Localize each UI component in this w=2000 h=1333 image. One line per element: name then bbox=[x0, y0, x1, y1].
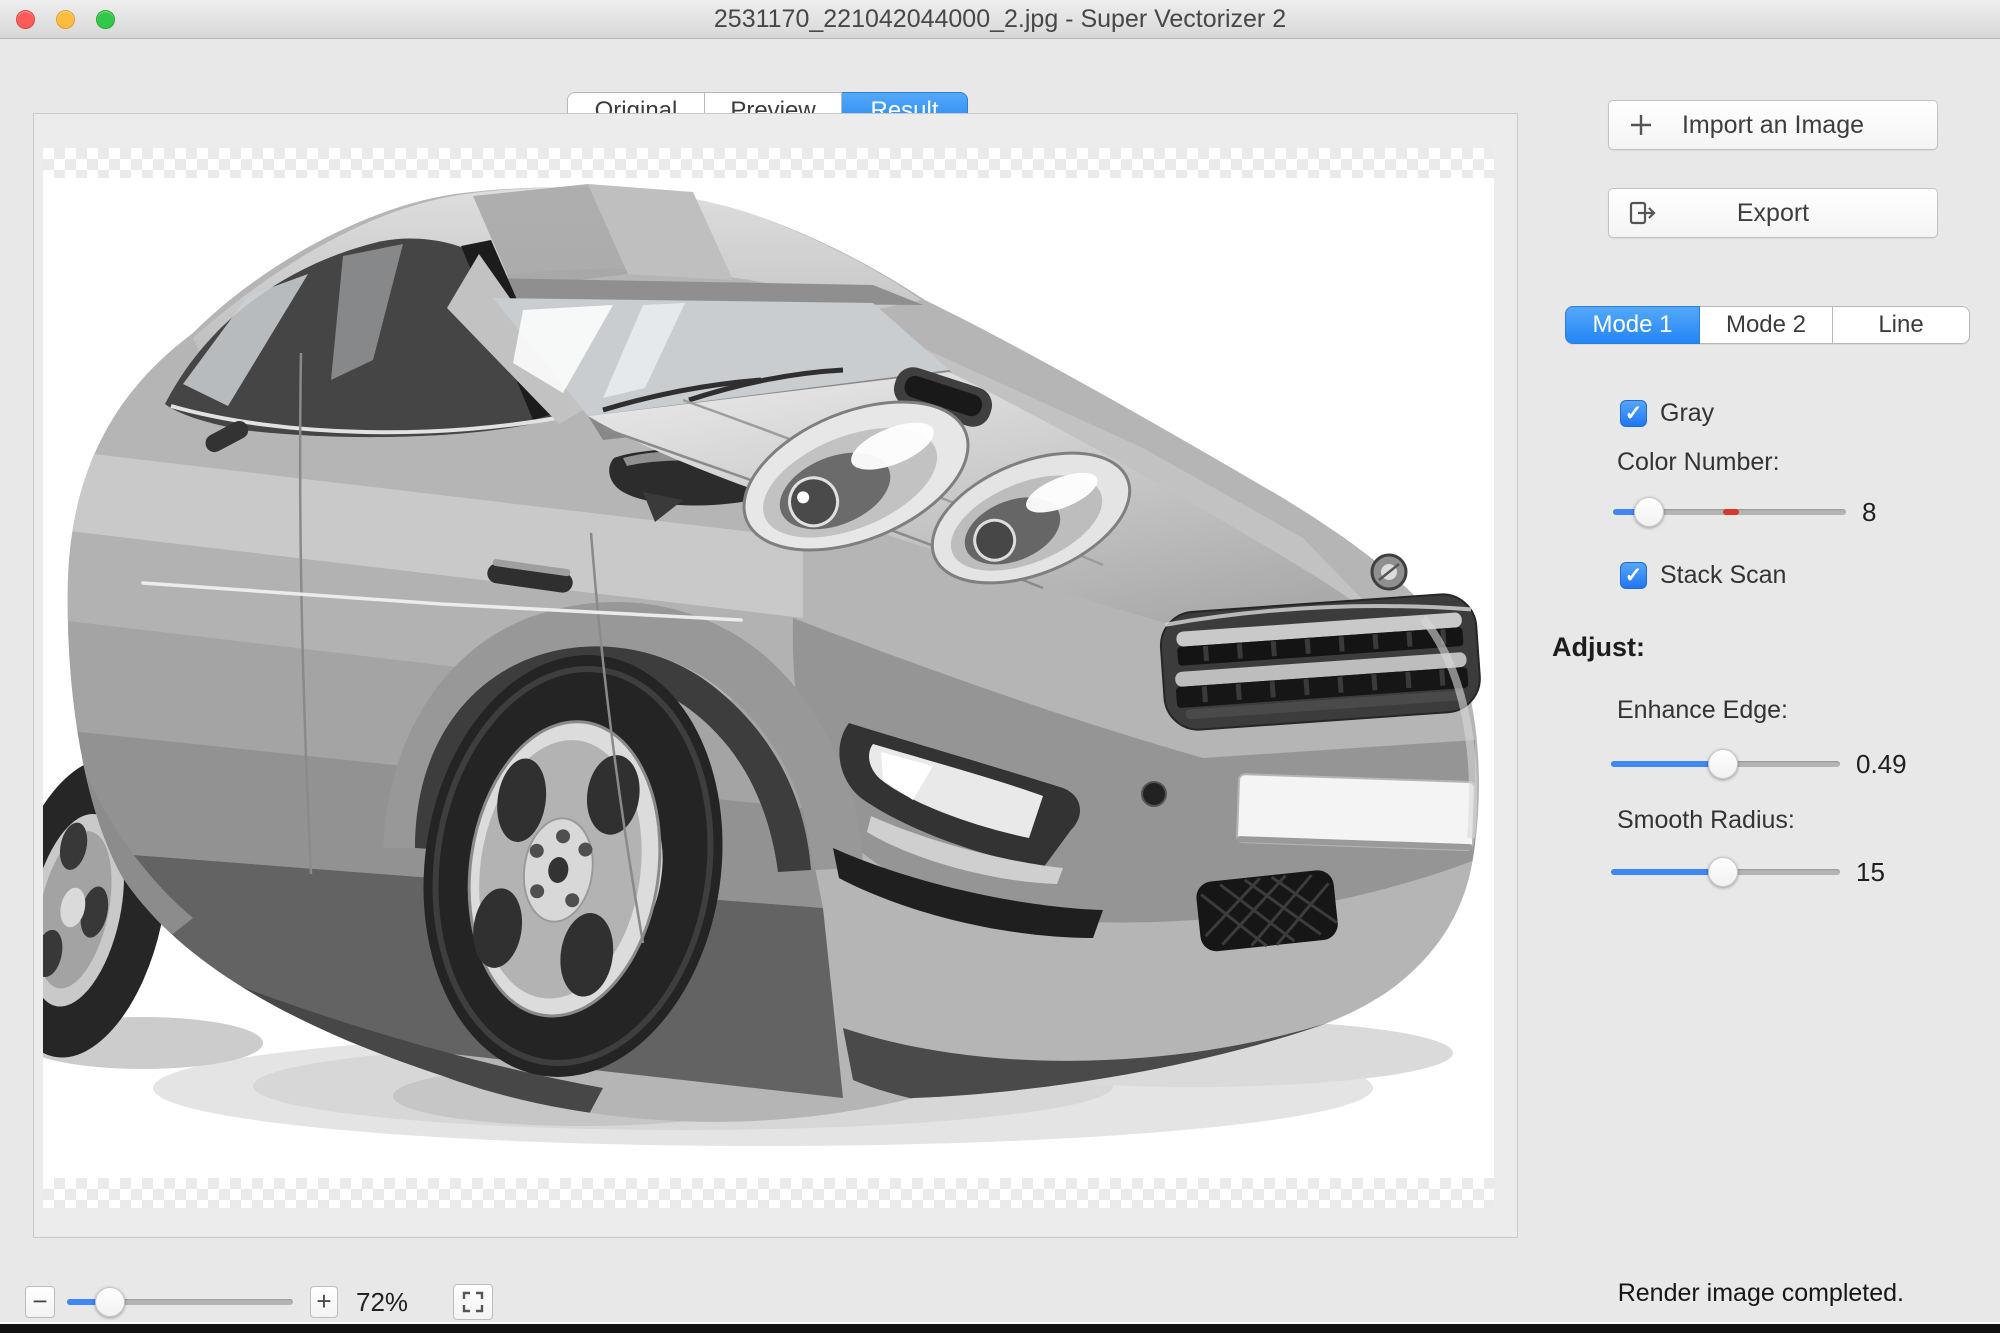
smooth-radius-label: Smooth Radius: bbox=[1617, 806, 1795, 835]
smooth-radius-slider[interactable] bbox=[1611, 856, 1840, 888]
stack-scan-checkbox[interactable]: ✓ bbox=[1620, 562, 1647, 589]
enhance-edge-slider-thumb[interactable] bbox=[1708, 749, 1738, 779]
plus-icon bbox=[1627, 101, 1655, 149]
fullscreen-icon bbox=[462, 1291, 484, 1313]
color-number-value: 8 bbox=[1862, 496, 1876, 528]
app-window: { "window": { "title": "2531170_22104204… bbox=[0, 0, 2000, 1333]
color-number-slider-marker bbox=[1723, 509, 1739, 515]
fit-to-screen-button[interactable] bbox=[453, 1284, 493, 1320]
color-number-label: Color Number: bbox=[1617, 448, 1780, 477]
import-image-button[interactable]: Import an Image bbox=[1608, 100, 1938, 150]
gray-checkbox-row: ✓ Gray bbox=[1620, 398, 1714, 428]
bottom-edge-strip bbox=[0, 1324, 2000, 1333]
render-status-text: Render image completed. bbox=[1618, 1278, 1904, 1308]
enhance-edge-label: Enhance Edge: bbox=[1617, 696, 1788, 725]
car-license-plate bbox=[1237, 774, 1475, 850]
color-number-slider[interactable] bbox=[1613, 496, 1846, 528]
color-number-slider-thumb[interactable] bbox=[1634, 497, 1664, 527]
zoom-out-button[interactable]: − bbox=[25, 1286, 55, 1318]
export-icon bbox=[1627, 189, 1657, 237]
zoom-in-button[interactable]: + bbox=[310, 1286, 338, 1318]
smooth-radius-slider-thumb[interactable] bbox=[1708, 857, 1738, 887]
smooth-radius-value: 15 bbox=[1856, 856, 1885, 888]
car-brand-badge bbox=[1372, 555, 1406, 589]
smooth-radius-slider-fill bbox=[1611, 869, 1723, 875]
car-parking-sensor bbox=[1142, 782, 1166, 806]
tab-mode-2[interactable]: Mode 2 bbox=[1700, 306, 1833, 344]
export-label: Export bbox=[1609, 199, 1937, 228]
canvas-zoom-slider[interactable] bbox=[67, 1286, 293, 1318]
stack-scan-label: Stack Scan bbox=[1660, 561, 1786, 590]
tab-mode-1[interactable]: Mode 1 bbox=[1565, 306, 1700, 344]
canvas-zoom-slider-thumb[interactable] bbox=[95, 1287, 125, 1317]
car-grille bbox=[1159, 592, 1482, 732]
export-button[interactable]: Export bbox=[1608, 188, 1938, 238]
enhance-edge-slider[interactable] bbox=[1611, 748, 1840, 780]
zoom-level-value: 72% bbox=[356, 1286, 408, 1318]
gray-checkbox[interactable]: ✓ bbox=[1620, 400, 1647, 427]
gray-label: Gray bbox=[1660, 399, 1714, 428]
adjust-section-label: Adjust: bbox=[1552, 632, 1645, 663]
canvas-image-area[interactable] bbox=[43, 148, 1494, 1208]
enhance-edge-value: 0.49 bbox=[1856, 748, 1907, 780]
import-image-label: Import an Image bbox=[1609, 111, 1937, 140]
canvas-panel bbox=[33, 113, 1518, 1238]
stack-scan-checkbox-row: ✓ Stack Scan bbox=[1620, 560, 1786, 590]
enhance-edge-slider-fill bbox=[1611, 761, 1723, 767]
window-title: 2531170_221042044000_2.jpg - Super Vecto… bbox=[0, 0, 2000, 38]
mode-tab-group: Mode 1 Mode 2 Line bbox=[1565, 306, 1970, 344]
canvas-image bbox=[43, 148, 1494, 1208]
tab-line[interactable]: Line bbox=[1833, 306, 1970, 344]
car-mesh-intake bbox=[1195, 869, 1340, 953]
title-bar: 2531170_221042044000_2.jpg - Super Vecto… bbox=[0, 0, 2000, 39]
